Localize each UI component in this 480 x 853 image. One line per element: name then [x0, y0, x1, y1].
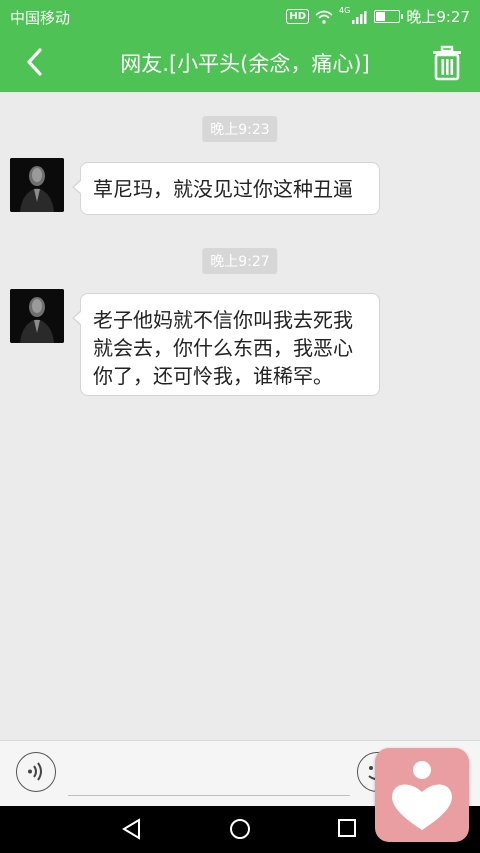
avatar[interactable] [10, 158, 64, 212]
chat-header: 网友.[小平头(余念，痛心)] [0, 32, 480, 92]
message-bubble[interactable]: 草尼玛，就没见过你这种丑逼 [72, 162, 380, 215]
delete-button[interactable] [430, 45, 464, 81]
signal-icon [352, 10, 367, 24]
message-text: 草尼玛，就没见过你这种丑逼 [93, 177, 353, 201]
message-timestamp: 晚上9:27 [202, 248, 278, 274]
nav-recent-icon[interactable] [337, 818, 357, 838]
chat-area[interactable]: 晚上9:23 草尼玛，就没见过你这种丑逼 晚上9:27 老子他妈就不信你叫我去死… [0, 92, 480, 740]
hd-badge: HD [286, 9, 310, 24]
message-input[interactable] [68, 755, 350, 796]
floating-heart-button[interactable] [375, 748, 469, 842]
message-bubble[interactable]: 老子他妈就不信你叫我去死我就会去，你什么东西，我恶心你了，还可怜我，谁稀罕。 [72, 293, 380, 396]
network-type: 4G [339, 6, 351, 15]
nav-back-icon[interactable] [121, 818, 143, 840]
clock: 晚上9:27 [406, 8, 470, 26]
avatar[interactable] [10, 289, 64, 343]
heart-person-icon [392, 761, 452, 830]
battery-icon [374, 10, 404, 23]
voice-button[interactable] [16, 752, 56, 792]
wifi-icon [315, 10, 333, 24]
back-button[interactable] [18, 44, 54, 80]
message-timestamp: 晚上9:23 [202, 116, 278, 142]
voice-icon [28, 762, 42, 781]
message-text: 老子他妈就不信你叫我去死我就会去，你什么东西，我恶心你了，还可怜我，谁稀罕。 [93, 308, 353, 388]
avatar-image [10, 289, 64, 343]
chevron-left-icon [27, 48, 42, 76]
carrier-label: 中国移动 [10, 9, 71, 27]
status-icons: HD 4G 晚上9:27 [286, 6, 470, 27]
page-title: 网友.[小平头(余念，痛心)] [120, 52, 370, 76]
avatar-image [10, 158, 64, 212]
nav-home-icon[interactable] [229, 818, 251, 840]
status-bar: 中国移动 HD 4G 晚上9:27 [0, 0, 480, 32]
trash-icon [433, 45, 461, 81]
